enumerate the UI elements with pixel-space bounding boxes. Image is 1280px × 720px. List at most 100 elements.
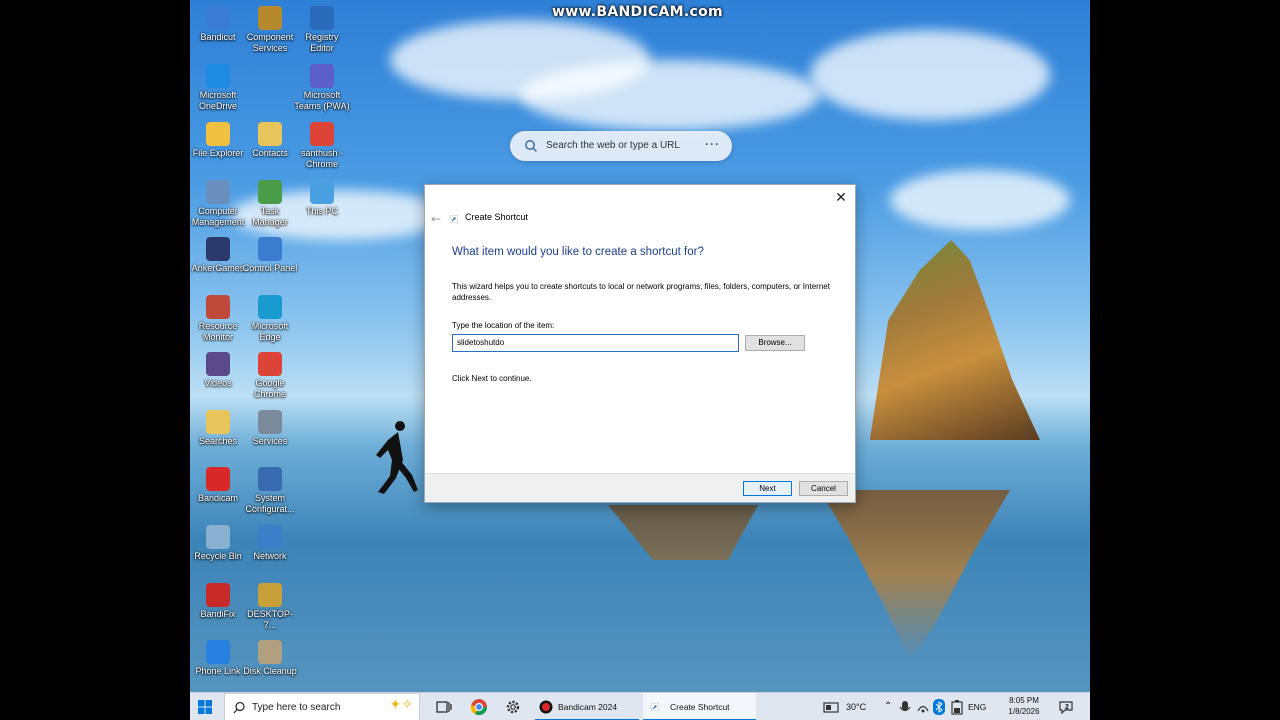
task-view-icon[interactable] <box>435 698 453 716</box>
notification-center[interactable]: 2 <box>1059 699 1075 715</box>
desktop-icon-label: Phone Link <box>195 666 241 676</box>
wallpaper-cloud <box>810 30 1050 120</box>
app-icon <box>258 640 282 664</box>
desktop-icon-searches[interactable]: Searches <box>190 410 246 447</box>
app-icon <box>206 295 230 319</box>
app-icon <box>206 467 230 491</box>
desktop-icon-google-chrome[interactable]: Google Chrome <box>242 352 298 399</box>
desktop-icon-component-services[interactable]: Component Services <box>242 6 298 53</box>
close-button[interactable]: ✕ <box>832 189 850 207</box>
language-indicator[interactable]: ENG <box>968 693 986 720</box>
desktop-icon-control-panel[interactable]: Control Panel <box>242 237 298 274</box>
microphone-icon[interactable] <box>898 698 912 716</box>
app-icon <box>258 352 282 376</box>
desktop-icon-recycle-bin[interactable]: Recycle Bin <box>190 525 246 562</box>
desktop-icon-santhush-chrome[interactable]: santhush - Chrome <box>294 122 350 169</box>
desktop-icon-task-manager[interactable]: Task Manager <box>242 180 298 227</box>
app-icon <box>258 410 282 434</box>
desktop-icon-disk-cleanup[interactable]: Disk Cleanup <box>242 640 298 677</box>
desktop-icon-bandifix[interactable]: BandiFix <box>190 583 246 620</box>
taskbar-search-placeholder: Type here to search <box>252 702 341 713</box>
desktop: www.BANDICAM.com Bandicut Component Servi… <box>190 0 1090 720</box>
notification-count: 2 <box>1065 704 1069 711</box>
desktop-icon-desktop-7[interactable]: DESKTOP-7... <box>242 583 298 630</box>
weather-icon[interactable] <box>822 698 840 716</box>
app-icon <box>258 295 282 319</box>
desktop-icon-system-configurat[interactable]: System Configurat... <box>242 467 298 514</box>
chevron-up-icon[interactable]: ⌃ <box>884 693 892 720</box>
desktop-icon-ankergames[interactable]: AnkerGames <box>190 237 246 274</box>
bandicam-icon <box>539 700 553 714</box>
desktop-icon-computer-management[interactable]: Computer Management <box>190 180 246 227</box>
weather-temperature[interactable]: 30°C <box>846 693 866 720</box>
web-search-box[interactable]: Search the web or type a URL ··· <box>510 131 732 161</box>
desktop-icon-phone-link[interactable]: Phone Link <box>190 640 246 677</box>
taskbar-app-create-shortcut[interactable]: Create Shortcut <box>643 693 756 720</box>
wallpaper-cloud <box>890 170 1070 230</box>
settings-gear-icon[interactable] <box>504 698 522 716</box>
desktop-icon-label: Registry Editor <box>305 32 339 53</box>
shortcut-icon <box>450 215 458 223</box>
app-icon <box>206 64 230 88</box>
clock[interactable]: 8:05 PM 1/8/2026 <box>998 695 1050 717</box>
app-icon <box>310 122 334 146</box>
chrome-taskbar-icon[interactable] <box>470 698 488 716</box>
location-input[interactable]: slidetoshutdo <box>452 334 739 352</box>
desktop-icon-file-explorer[interactable]: File Explorer <box>190 122 246 159</box>
dialog-title: Create Shortcut <box>465 212 529 222</box>
desktop-icon-label: BandiFix <box>200 609 236 619</box>
desktop-icon-label: Disk Cleanup <box>243 666 297 676</box>
dialog-heading: What item would you like to create a sho… <box>452 246 704 258</box>
desktop-icon-label: Microsoft Teams (PWA) <box>294 90 350 111</box>
battery-icon[interactable] <box>950 698 964 716</box>
app-icon <box>310 180 334 204</box>
app-icon <box>206 180 230 204</box>
bandicam-watermark: www.BANDICAM.com <box>552 4 723 20</box>
browse-button[interactable]: Browse... <box>745 335 805 351</box>
desktop-icon-label: Recycle Bin <box>194 551 242 561</box>
desktop-icon-microsoft-teams-pwa[interactable]: Microsoft Teams (PWA) <box>294 64 350 111</box>
app-icon <box>258 525 282 549</box>
bluetooth-icon[interactable] <box>933 698 945 716</box>
desktop-icon-label: AnkerGames <box>191 263 245 273</box>
wallpaper-rock-reflection <box>820 490 1010 660</box>
desktop-icon-videos[interactable]: Videos <box>190 352 246 389</box>
desktop-icon-this-pc[interactable]: This PC <box>294 180 350 217</box>
taskbar-app-label: Create Shortcut <box>670 702 730 712</box>
network-icon[interactable] <box>916 698 930 716</box>
desktop-icon-label: Control Panel <box>242 263 298 273</box>
app-icon <box>206 352 230 376</box>
app-icon <box>206 410 230 434</box>
desktop-icon-label: System Configurat... <box>245 493 295 514</box>
taskbar-app-label: Bandicam 2024 (Un... <box>558 702 618 712</box>
clock-time: 8:05 PM <box>1009 696 1039 705</box>
next-button[interactable]: Next <box>743 481 792 496</box>
windows-start-icon[interactable] <box>198 700 212 714</box>
shortcut-icon <box>651 703 659 711</box>
desktop-icon-bandicut[interactable]: Bandicut <box>190 6 246 43</box>
more-options-icon[interactable]: ··· <box>705 137 720 151</box>
app-icon <box>310 6 334 30</box>
desktop-icon-services[interactable]: Services <box>242 410 298 447</box>
taskbar-app-bandicam[interactable]: Bandicam 2024 (Un... <box>535 693 639 720</box>
web-search-placeholder: Search the web or type a URL <box>546 140 680 151</box>
cancel-button[interactable]: Cancel <box>799 481 848 496</box>
desktop-icon-registry-editor[interactable]: Registry Editor <box>294 6 350 53</box>
desktop-icon-resource-monitor[interactable]: Resource Monitor <box>190 295 246 342</box>
desktop-icon-contacts[interactable]: Contacts <box>242 122 298 159</box>
desktop-icon-bandicam[interactable]: Bandicam <box>190 467 246 504</box>
desktop-icon-label: Component Services <box>246 32 294 53</box>
app-icon <box>258 583 282 607</box>
taskbar: Type here to search ✦✧ Bandicam 2024 (Un… <box>190 692 1090 720</box>
back-button[interactable]: ← <box>431 212 441 226</box>
desktop-icon-label: Google Chrome <box>253 378 286 399</box>
desktop-icon-label: Network <box>253 551 287 561</box>
desktop-icon-network[interactable]: Network <box>242 525 298 562</box>
wallpaper-reflection <box>608 505 758 560</box>
desktop-icon-microsoft-onedrive[interactable]: Microsoft OneDrive <box>190 64 246 111</box>
desktop-icon-label: Services <box>252 436 288 446</box>
taskbar-search-box[interactable]: Type here to search ✦✧ <box>224 693 420 720</box>
desktop-icon-label: Bandicam <box>197 493 239 503</box>
app-icon <box>206 237 230 261</box>
desktop-icon-microsoft-edge[interactable]: Microsoft Edge <box>242 295 298 342</box>
